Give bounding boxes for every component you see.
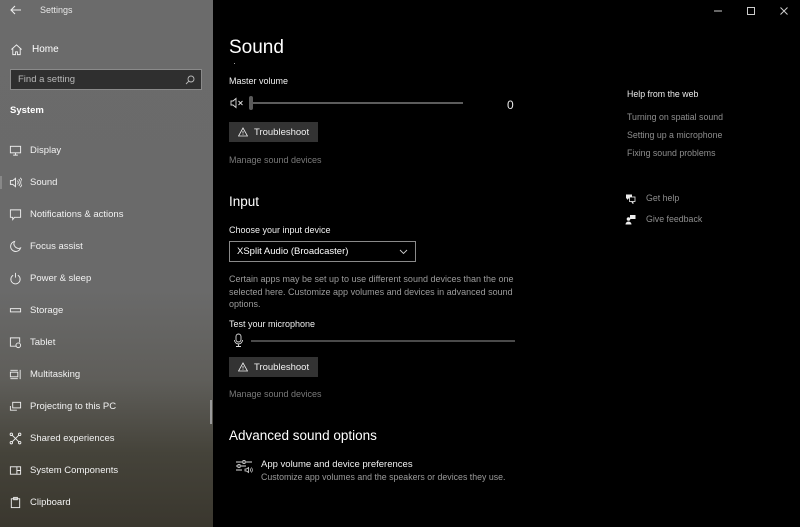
search-input[interactable] (11, 74, 185, 85)
sidebar-item-projecting[interactable]: Projecting to this PC (0, 390, 213, 422)
mic-level-bar (251, 340, 515, 342)
feedback-icon (625, 214, 636, 224)
shared-experiences-icon (9, 432, 22, 445)
moon-icon (9, 240, 22, 253)
get-help-link[interactable]: Get help (625, 191, 679, 205)
chevron-down-icon (399, 249, 408, 254)
scroll-indicator (234, 63, 235, 64)
app-volume-description: Customize app volumes and the speakers o… (261, 472, 506, 482)
home-icon (11, 43, 22, 55)
input-troubleshoot-button[interactable]: Troubleshoot (229, 357, 319, 377)
sidebar-scrollbar[interactable] (210, 400, 212, 424)
clipboard-icon (9, 496, 22, 509)
maximize-button[interactable] (734, 0, 767, 22)
minimize-button[interactable] (701, 0, 734, 22)
sidebar-item-clipboard[interactable]: Clipboard (0, 486, 213, 518)
sidebar-item-label: Display (30, 144, 62, 156)
title-bar: Settings (0, 0, 213, 22)
sidebar-item-label: Notifications & actions (30, 208, 124, 220)
input-device-dropdown[interactable]: XSplit Audio (Broadcaster) (229, 241, 416, 262)
sidebar-item-display[interactable]: Display (0, 134, 213, 166)
master-volume-slider[interactable] (249, 96, 463, 110)
minimize-icon (713, 10, 722, 12)
help-link-spatial-sound[interactable]: Turning on spatial sound (627, 112, 723, 122)
sidebar-item-notifications[interactable]: Notifications & actions (0, 198, 213, 230)
get-help-label: Get help (646, 193, 680, 203)
app-title: Settings (40, 5, 73, 15)
sidebar-item-power-sleep[interactable]: Power & sleep (0, 262, 213, 294)
give-feedback-label: Give feedback (646, 214, 703, 224)
microphone-icon (234, 333, 243, 347)
home-label: Home (32, 43, 59, 55)
master-volume-label: Master volume (229, 76, 289, 86)
input-description: Certain apps may be set up to use differ… (229, 274, 514, 309)
sidebar-item-label: Projecting to this PC (30, 400, 117, 412)
help-link-microphone[interactable]: Setting up a microphone (627, 130, 722, 140)
window-controls (701, 0, 800, 22)
help-title: Help from the web (627, 89, 699, 99)
button-label: Troubleshoot (254, 126, 310, 138)
sidebar-item-multitasking[interactable]: Multitasking (0, 358, 213, 390)
projecting-icon (9, 400, 22, 413)
notification-icon (9, 208, 22, 221)
slider-track (249, 102, 463, 104)
sidebar-item-label: Focus assist (30, 240, 83, 252)
output-manage-devices-link[interactable]: Manage sound devices (229, 155, 322, 165)
advanced-heading: Advanced sound options (229, 428, 377, 443)
mute-speaker-icon[interactable] (230, 97, 244, 109)
sidebar-item-label: Power & sleep (30, 272, 92, 284)
test-mic-label: Test your microphone (229, 319, 316, 329)
choose-input-label: Choose your input device (229, 225, 331, 235)
speaker-icon (9, 176, 22, 189)
sidebar-item-label: Multitasking (30, 368, 81, 380)
dropdown-value: XSplit Audio (Broadcaster) (237, 246, 349, 257)
sidebar-item-shared-experiences[interactable]: Shared experiences (0, 422, 213, 454)
sidebar-item-storage[interactable]: Storage (0, 294, 213, 326)
sidebar: Settings Home System Display Sound Notif… (0, 0, 213, 527)
system-components-icon (9, 464, 22, 477)
warning-icon (238, 127, 248, 137)
sidebar-home[interactable]: Home (10, 40, 59, 58)
warning-icon (238, 362, 248, 372)
sidebar-item-label: System Components (30, 464, 119, 476)
back-button[interactable] (9, 3, 23, 17)
section-label: System (10, 105, 44, 116)
sidebar-item-system-components[interactable]: System Components (0, 454, 213, 486)
power-icon (9, 272, 22, 285)
tablet-icon (9, 336, 22, 349)
sidebar-item-label: Shared experiences (30, 432, 115, 444)
close-button[interactable] (767, 0, 800, 22)
app-volume-preferences-link[interactable]: App volume and device preferences Custom… (235, 458, 535, 486)
multitasking-icon (9, 368, 22, 381)
storage-icon (9, 304, 22, 317)
display-icon (9, 144, 22, 157)
maximize-icon (746, 7, 755, 15)
app-volume-title: App volume and device preferences (261, 459, 413, 470)
volume-value: 0 (507, 98, 514, 112)
sidebar-item-tablet[interactable]: Tablet (0, 326, 213, 358)
sidebar-item-focus-assist[interactable]: Focus assist (0, 230, 213, 262)
back-arrow-icon (10, 5, 21, 15)
search-box[interactable] (10, 69, 202, 90)
search-icon[interactable] (185, 75, 195, 85)
sidebar-nav: Display Sound Notifications & actions Fo… (0, 134, 213, 518)
close-icon (779, 7, 788, 15)
give-feedback-link[interactable]: Give feedback (625, 212, 702, 226)
input-heading: Input (229, 194, 260, 209)
sidebar-item-label: Clipboard (30, 496, 71, 508)
sidebar-item-label: Sound (30, 176, 58, 188)
output-troubleshoot-button[interactable]: Troubleshoot (229, 122, 319, 142)
slider-thumb[interactable] (249, 96, 253, 110)
button-label: Troubleshoot (254, 361, 310, 373)
chat-help-icon (626, 194, 636, 204)
equalizer-icon (236, 460, 253, 474)
page-title: Sound (229, 37, 284, 58)
input-manage-devices-link[interactable]: Manage sound devices (229, 389, 322, 399)
help-link-sound-problems[interactable]: Fixing sound problems (627, 148, 716, 158)
sidebar-item-label: Storage (30, 304, 64, 316)
sidebar-item-sound[interactable]: Sound (0, 166, 213, 198)
sidebar-item-label: Tablet (30, 336, 56, 348)
